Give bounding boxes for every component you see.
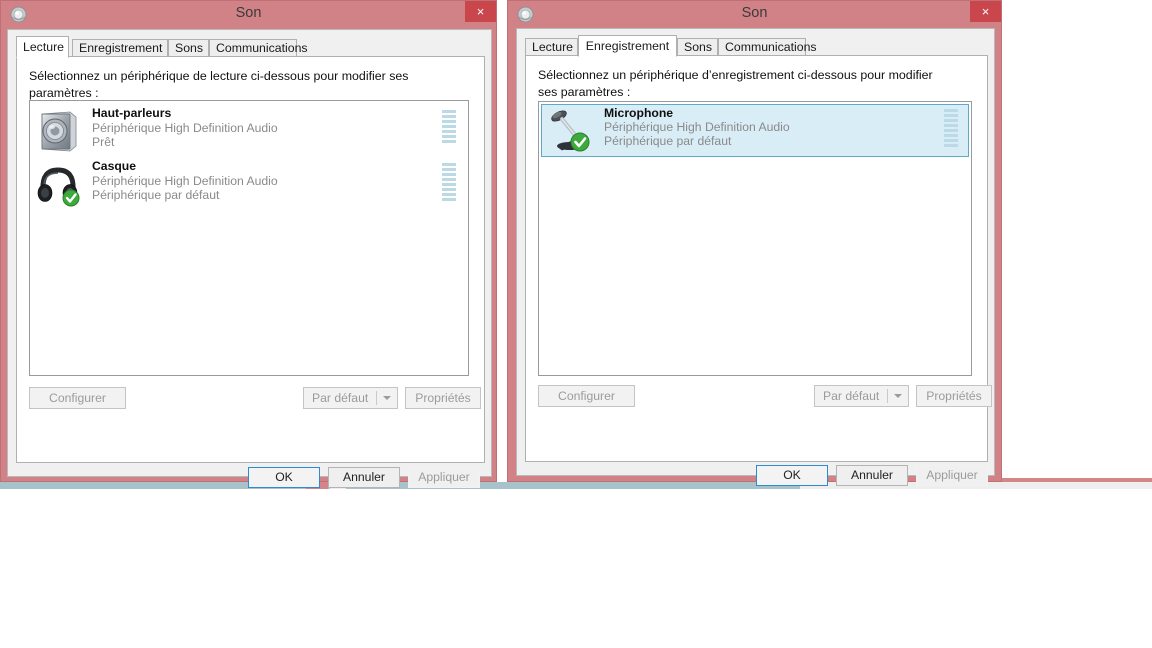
close-icon[interactable]: × — [465, 1, 496, 22]
volume-meter — [944, 109, 958, 150]
tabstrip-recording: Lecture Enregistrement Sons Communicatio… — [525, 35, 988, 57]
tab-label: Sons — [684, 40, 713, 54]
table-row[interactable]: Casque Périphérique High Definition Audi… — [30, 157, 468, 210]
window-body-playback: Lecture Enregistrement Sons Communicatio… — [7, 29, 492, 488]
device-status: Prêt — [92, 135, 115, 149]
device-driver: Périphérique High Definition Audio — [92, 174, 278, 188]
window-body-recording: Lecture Enregistrement Sons Communicatio… — [516, 28, 995, 486]
apply-button[interactable]: Appliquer — [916, 465, 988, 486]
tab-enregistrement[interactable]: Enregistrement — [578, 35, 677, 57]
device-driver: Périphérique High Definition Audio — [604, 120, 790, 134]
split-divider — [887, 389, 888, 403]
titlebar-recording[interactable]: Son × — [508, 1, 1001, 29]
apply-button[interactable]: Appliquer — [408, 467, 480, 488]
cancel-button[interactable]: Annuler — [328, 467, 400, 488]
sound-dialog-recording[interactable]: Son × Lecture Enregistrement Sons Commun… — [507, 0, 1002, 486]
configure-button[interactable]: Configurer — [29, 387, 126, 409]
microphone-icon — [546, 107, 592, 153]
cancel-button[interactable]: Annuler — [836, 465, 908, 486]
tab-label: Communications — [216, 41, 308, 55]
split-divider — [376, 391, 377, 405]
tabpage-lecture: Sélectionnez un périphérique de lecture … — [16, 56, 485, 463]
tab-label: Lecture — [532, 40, 574, 54]
device-driver: Périphérique High Definition Audio — [92, 121, 278, 135]
properties-button[interactable]: Propriétés — [916, 385, 992, 407]
table-row[interactable]: Haut-parleurs Périphérique High Definiti… — [30, 104, 468, 157]
tab-sons[interactable]: Sons — [168, 39, 209, 57]
tabstrip-playback: Lecture Enregistrement Sons Communicatio… — [16, 36, 485, 58]
set-default-split-button[interactable]: Par défaut — [303, 387, 398, 409]
device-list-playback[interactable]: Haut-parleurs Périphérique High Definiti… — [29, 100, 469, 376]
device-name: Casque — [92, 159, 137, 173]
ok-button[interactable]: OK — [248, 467, 320, 488]
device-status: Périphérique par défaut — [92, 188, 220, 202]
tab-label: Communications — [725, 40, 817, 54]
tab-label: Enregistrement — [585, 39, 670, 53]
set-default-split-button[interactable]: Par défaut — [814, 385, 909, 407]
window-title: Son — [741, 5, 768, 21]
close-icon[interactable]: × — [970, 1, 1001, 22]
window-title: Son — [235, 5, 262, 21]
tab-label: Lecture — [23, 40, 65, 54]
device-status: Périphérique par défaut — [604, 134, 732, 148]
table-row[interactable]: Microphone Périphérique High Definition … — [541, 104, 969, 157]
tab-label: Sons — [175, 41, 204, 55]
device-name: Haut-parleurs — [92, 106, 172, 120]
ok-button[interactable]: OK — [756, 465, 828, 486]
tab-enregistrement[interactable]: Enregistrement — [72, 39, 168, 57]
tab-sons[interactable]: Sons — [677, 38, 718, 56]
chevron-down-icon[interactable] — [383, 396, 391, 400]
tab-communications[interactable]: Communications — [209, 39, 308, 57]
device-name: Microphone — [604, 106, 674, 120]
set-default-label: Par défaut — [823, 389, 880, 403]
headphones-icon — [36, 161, 82, 207]
chevron-down-icon[interactable] — [894, 394, 902, 398]
volume-meter — [442, 110, 456, 151]
tab-communications[interactable]: Communications — [718, 38, 817, 56]
tab-lecture[interactable]: Lecture — [16, 36, 69, 58]
titlebar-playback[interactable]: Son × — [1, 1, 496, 29]
panel-caption: Sélectionnez un périphérique d’enregistr… — [538, 68, 933, 99]
tabpage-enregistrement: Sélectionnez un périphérique d’enregistr… — [525, 55, 992, 462]
sound-dialog-playback[interactable]: Son × Lecture Enregistrement Sons Commun… — [0, 0, 497, 488]
panel-caption: Sélectionnez un périphérique de lecture … — [29, 69, 409, 100]
volume-meter — [442, 163, 456, 204]
configure-button[interactable]: Configurer — [538, 385, 635, 407]
background-strip-teal — [0, 482, 800, 489]
set-default-label: Par défaut — [312, 391, 369, 405]
device-list-recording[interactable]: Microphone Périphérique High Definition … — [538, 101, 972, 376]
tab-label: Enregistrement — [79, 41, 163, 55]
tab-lecture[interactable]: Lecture — [525, 38, 578, 56]
speaker-icon — [36, 108, 82, 154]
properties-button[interactable]: Propriétés — [405, 387, 481, 409]
